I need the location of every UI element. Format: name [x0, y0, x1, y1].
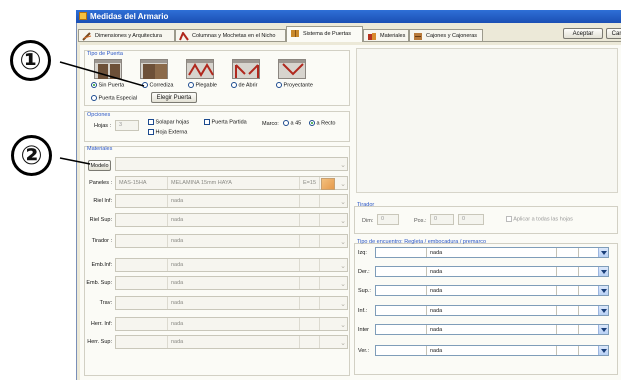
tab-label: Sistema de Puertas: [303, 31, 351, 37]
callout-2: ②: [11, 135, 52, 176]
tab-sistema-puertas[interactable]: Sistema de Puertas: [286, 26, 363, 42]
callout-1: ①: [10, 40, 51, 81]
callout-lines: [59, 61, 145, 165]
door-icon: [291, 30, 299, 37]
